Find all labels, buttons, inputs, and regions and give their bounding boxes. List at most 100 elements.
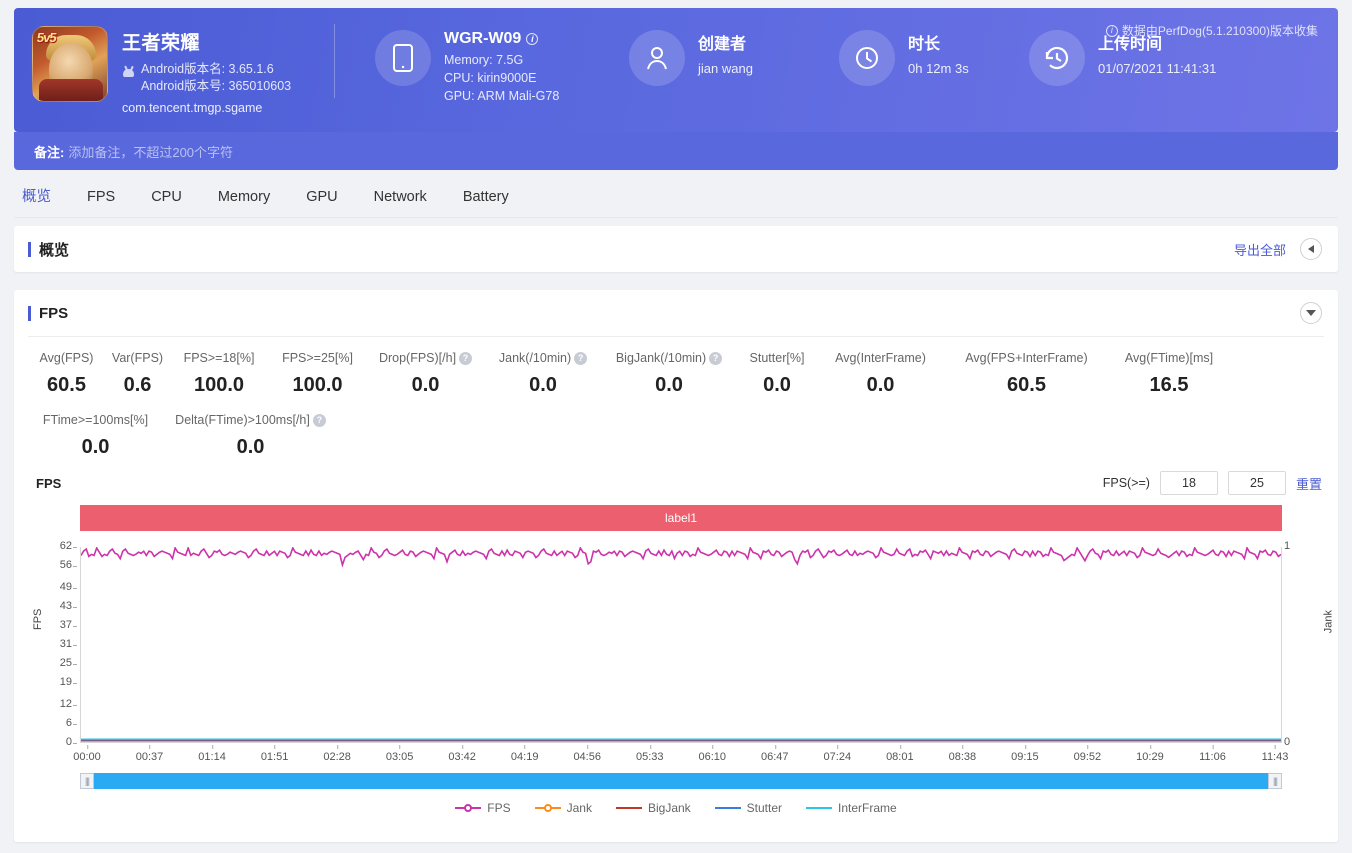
legend-item-fps[interactable]: FPS xyxy=(455,801,511,815)
metric-value: 0.6 xyxy=(123,374,152,396)
overview-header: 概览 导出全部 xyxy=(14,226,1338,272)
game-info-block: 5v5 王者荣耀 Android版本名: 3.65.1.6 Android版本号… xyxy=(14,8,334,115)
threshold-high-input[interactable] xyxy=(1227,471,1286,495)
metric-avg-fps-interframe: Avg(FPS+InterFrame) 60.5 xyxy=(943,351,1110,397)
session-header: 5v5 王者荣耀 Android版本名: 3.65.1.6 Android版本号… xyxy=(14,8,1338,132)
help-icon[interactable]: ? xyxy=(574,351,588,365)
metric-value: 100.0 xyxy=(193,374,245,396)
legend-item-bigjank[interactable]: BigJank xyxy=(615,801,691,815)
tab-fps[interactable]: FPS xyxy=(69,176,133,218)
metric-fps-ge-18: FPS>=18[%] 100.0 xyxy=(170,351,268,397)
chart-range-scrollbar[interactable]: ||| ||| xyxy=(80,773,1282,789)
chart-title: FPS xyxy=(36,475,62,491)
note-label: 备注: xyxy=(34,144,65,160)
metrics-row-2: FTime>=100ms[%] 0.0 Delta(FTime)>100ms[/… xyxy=(28,413,1324,459)
legend-label: BigJank xyxy=(647,801,691,815)
game-title: 王者荣耀 xyxy=(122,33,201,54)
metric-value: 0.0 xyxy=(529,374,557,396)
tab-memory[interactable]: Memory xyxy=(200,176,288,218)
tab-overview[interactable]: 概览 xyxy=(14,176,69,218)
metric-avg-fps: Avg(FPS) 60.5 xyxy=(28,351,105,397)
x-tick-label: 10:29 xyxy=(1136,745,1164,763)
tab-battery[interactable]: Battery xyxy=(445,176,527,218)
legend-marker-icon xyxy=(534,803,561,813)
x-tick-label: 00:00 xyxy=(73,745,101,763)
legend-item-jank[interactable]: Jank xyxy=(534,801,592,815)
note-input-placeholder[interactable]: 添加备注，不超过200个字符 xyxy=(68,142,233,161)
export-all-link[interactable]: 导出全部 xyxy=(1234,240,1286,259)
legend-item-stutter[interactable]: Stutter xyxy=(714,801,782,815)
x-tick-label: 09:52 xyxy=(1073,745,1102,763)
y-tick-label: 56 xyxy=(40,559,77,571)
creator-block: 创建者 jian wang xyxy=(629,8,839,86)
tab-network[interactable]: Network xyxy=(356,176,445,218)
overview-title: 概览 xyxy=(39,241,70,259)
reset-link[interactable]: 重置 xyxy=(1296,474,1322,493)
threshold-label: FPS(>=) xyxy=(1102,476,1150,490)
legend-item-interframe[interactable]: InterFrame xyxy=(806,801,897,815)
metric-value: 16.5 xyxy=(1149,374,1189,396)
help-icon[interactable]: ? xyxy=(312,413,326,427)
help-icon[interactable]: ? xyxy=(459,351,473,365)
y-tick-label: 31 xyxy=(40,638,77,650)
section-accent-bar xyxy=(28,241,31,257)
metric-stutter: Stutter[%] 0.0 xyxy=(736,351,818,397)
tab-gpu[interactable]: GPU xyxy=(288,176,355,218)
fps-title: FPS xyxy=(39,304,69,322)
scrollbar-right-handle[interactable]: ||| xyxy=(1268,773,1282,789)
tab-cpu[interactable]: CPU xyxy=(133,176,200,218)
note-bar[interactable]: 备注: 添加备注，不超过200个字符 xyxy=(14,132,1338,170)
upload-value: 01/07/2021 11:41:31 xyxy=(1098,61,1217,76)
metric-fps-ge-25: FPS>=25[%] 100.0 xyxy=(268,351,367,397)
perfdog-version-text: 数据由PerfDog(5.1.210300)版本收集 xyxy=(1121,24,1318,38)
perfdog-version-note: i 数据由PerfDog(5.1.210300)版本收集 xyxy=(1105,22,1318,39)
metric-value: 100.0 xyxy=(292,374,343,396)
label-band[interactable]: label1 xyxy=(80,505,1282,531)
legend-marker-icon xyxy=(615,803,642,813)
fps-chart: label1 FPS Jank 0 6 12 19 25 31 37 43 49 56 62 01 … xyxy=(28,505,1334,815)
x-tick-label: 08:01 xyxy=(886,745,914,763)
metric-var-fps: Var(FPS) 0.6 xyxy=(105,351,170,397)
x-tick-label: 00:37 xyxy=(135,745,164,763)
upload-time-block: 上传时间 01/07/2021 11:41:31 xyxy=(1029,8,1289,86)
chevron-left-circle-icon[interactable] xyxy=(1300,238,1322,260)
device-memory: Memory: 7.5G xyxy=(444,53,524,67)
x-tick-label: 03:05 xyxy=(385,745,414,763)
device-cpu: CPU: kirin9000E xyxy=(444,71,537,85)
x-tick-label: 06:47 xyxy=(761,745,789,763)
legend-marker-icon xyxy=(455,803,482,813)
package-name: com.tencent.tmgp.sgame xyxy=(122,101,263,115)
x-tick-label: 01:51 xyxy=(260,745,289,763)
metric-avg-ftime: Avg(FTime)[ms] 16.5 xyxy=(1110,351,1228,397)
phone-icon xyxy=(375,30,431,86)
y-tick-label: 62 xyxy=(40,540,77,552)
device-info-icon[interactable]: i xyxy=(526,33,539,45)
x-tick-label: 06:10 xyxy=(698,745,727,763)
header-divider xyxy=(334,24,335,98)
legend-marker-icon xyxy=(714,803,741,813)
user-icon xyxy=(629,30,685,86)
android-version-name: Android版本名: 3.65.1.6 xyxy=(141,62,274,76)
legend-marker-icon xyxy=(806,803,833,813)
metric-label: BigJank(/10min) xyxy=(615,351,707,365)
chevron-down-circle-icon[interactable] xyxy=(1300,302,1322,324)
x-tick-label: 04:19 xyxy=(510,745,539,763)
scrollbar-left-handle[interactable]: ||| xyxy=(80,773,94,789)
metric-bigjank: BigJank(/10min) ? 0.0 xyxy=(602,351,736,397)
x-tick-label: 11:06 xyxy=(1199,745,1226,763)
metric-value: 60.5 xyxy=(1007,374,1046,396)
y2-tick-label: 1 xyxy=(1284,540,1291,552)
metric-label: Stutter[%] xyxy=(749,351,805,365)
threshold-low-input[interactable] xyxy=(1159,471,1218,495)
creator-title: 创建者 xyxy=(698,36,747,53)
chart-toolbar: FPS FPS(>=) 重置 xyxy=(14,467,1338,499)
metric-drop-fps: Drop(FPS)[/h] ? 0.0 xyxy=(367,351,484,397)
metric-jank: Jank(/10min) ? 0.0 xyxy=(484,351,602,397)
help-icon[interactable]: ? xyxy=(709,351,723,365)
creator-value: jian wang xyxy=(698,61,753,76)
chart-legend: FPS Jank BigJank Stutter InterFrame xyxy=(28,801,1324,815)
metric-value: 60.5 xyxy=(47,374,86,396)
metric-label: FPS>=18[%] xyxy=(183,351,255,365)
metric-label: Avg(FPS+InterFrame) xyxy=(965,351,1088,365)
y-tick-label: 6 xyxy=(40,717,77,729)
